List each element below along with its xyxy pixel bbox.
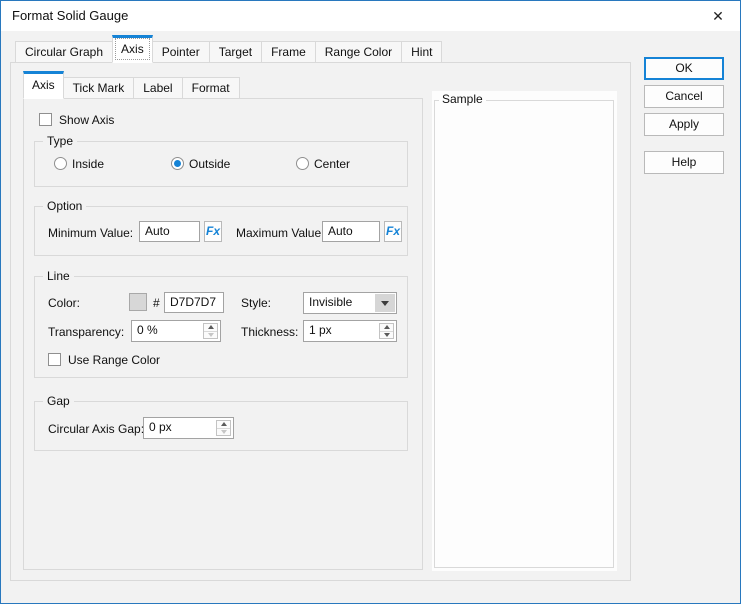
sample-group-title: Sample xyxy=(439,93,486,106)
fx-icon: Fx xyxy=(385,224,400,238)
minimum-value-input[interactable]: Auto xyxy=(139,221,200,242)
subtab-format[interactable]: Format xyxy=(181,77,240,99)
close-button[interactable]: ✕ xyxy=(702,1,734,31)
chevron-down-icon xyxy=(381,300,389,306)
close-icon: ✕ xyxy=(712,8,724,24)
color-hex-input[interactable]: D7D7D7 xyxy=(164,292,224,313)
tab-target[interactable]: Target xyxy=(208,41,263,63)
dropdown-arrow-button[interactable] xyxy=(375,294,395,312)
cancel-button[interactable]: Cancel xyxy=(644,85,724,108)
sub-tab-bar: Axis Tick Mark Label Format xyxy=(23,71,240,99)
sample-group xyxy=(434,100,614,568)
radio-center[interactable] xyxy=(296,157,309,170)
ok-button[interactable]: OK xyxy=(644,57,724,80)
show-axis-label: Show Axis xyxy=(59,113,115,127)
color-swatch[interactable] xyxy=(129,293,147,311)
use-range-color-checkbox[interactable] xyxy=(48,353,61,366)
style-dropdown[interactable]: Invisible xyxy=(303,292,397,314)
maximum-value-label: Maximum Value: xyxy=(236,226,325,240)
up-arrow-icon xyxy=(383,325,390,330)
circular-axis-gap-label: Circular Axis Gap: xyxy=(48,422,145,436)
format-solid-gauge-dialog: Format Solid Gauge ✕ Circular Graph Axis… xyxy=(0,0,741,604)
help-button[interactable]: Help xyxy=(644,151,724,174)
radio-inside-label: Inside xyxy=(72,157,105,171)
tab-range-color[interactable]: Range Color xyxy=(314,41,403,63)
line-group-title: Line xyxy=(43,270,74,283)
transparency-label: Transparency: xyxy=(48,325,125,339)
transparency-spinner[interactable]: 0 % xyxy=(131,320,221,342)
circular-axis-gap-spinner[interactable]: 0 px xyxy=(143,417,234,439)
down-arrow-icon xyxy=(383,332,390,337)
sample-panel: Sample xyxy=(432,91,617,571)
subtab-tick-mark[interactable]: Tick Mark xyxy=(62,77,135,99)
subtab-label[interactable]: Label xyxy=(133,77,183,99)
thickness-spinner[interactable]: 1 px xyxy=(303,320,397,342)
up-arrow-icon xyxy=(220,422,227,427)
tab-frame[interactable]: Frame xyxy=(261,41,316,63)
tab-axis[interactable]: Axis xyxy=(112,35,153,63)
down-arrow-icon xyxy=(207,332,214,337)
dialog-title: Format Solid Gauge xyxy=(12,8,129,23)
radio-outside-label: Outside xyxy=(189,157,231,171)
spin-down-button[interactable] xyxy=(204,330,217,339)
down-arrow-icon xyxy=(220,429,227,434)
thickness-spin-buttons xyxy=(379,323,394,339)
minimum-value-fx-button[interactable]: Fx xyxy=(204,221,222,242)
main-tab-bar: Circular Graph Axis Pointer Target Frame… xyxy=(15,35,443,63)
up-arrow-icon xyxy=(207,325,214,330)
use-range-color-label: Use Range Color xyxy=(68,353,161,367)
tab-pointer[interactable]: Pointer xyxy=(151,41,210,63)
title-bar: Format Solid Gauge ✕ xyxy=(1,1,740,31)
option-group-title: Option xyxy=(43,200,87,213)
color-hash-label: # xyxy=(153,296,160,310)
thickness-label: Thickness: xyxy=(241,325,299,339)
gap-spin-buttons xyxy=(216,420,231,436)
radio-inside[interactable] xyxy=(54,157,67,170)
minimum-value-label: Minimum Value: xyxy=(48,226,134,240)
transparency-spin-buttons xyxy=(203,323,218,339)
tab-hint[interactable]: Hint xyxy=(401,41,443,63)
spin-down-button[interactable] xyxy=(217,427,230,436)
gap-group-title: Gap xyxy=(43,395,74,408)
radio-outside[interactable] xyxy=(171,157,184,170)
fx-icon: Fx xyxy=(205,224,220,238)
type-group-title: Type xyxy=(43,135,78,148)
radio-center-label: Center xyxy=(314,157,351,171)
maximum-value-input[interactable]: Auto xyxy=(322,221,380,242)
color-label: Color: xyxy=(48,296,81,310)
apply-button[interactable]: Apply xyxy=(644,113,724,136)
subtab-axis[interactable]: Axis xyxy=(23,71,64,99)
tab-circular-graph[interactable]: Circular Graph xyxy=(15,41,114,63)
spin-down-button[interactable] xyxy=(380,330,393,339)
maximum-value-fx-button[interactable]: Fx xyxy=(384,221,402,242)
show-axis-checkbox[interactable] xyxy=(39,113,52,126)
radio-dot-icon xyxy=(174,160,181,167)
style-label: Style: xyxy=(241,296,272,310)
